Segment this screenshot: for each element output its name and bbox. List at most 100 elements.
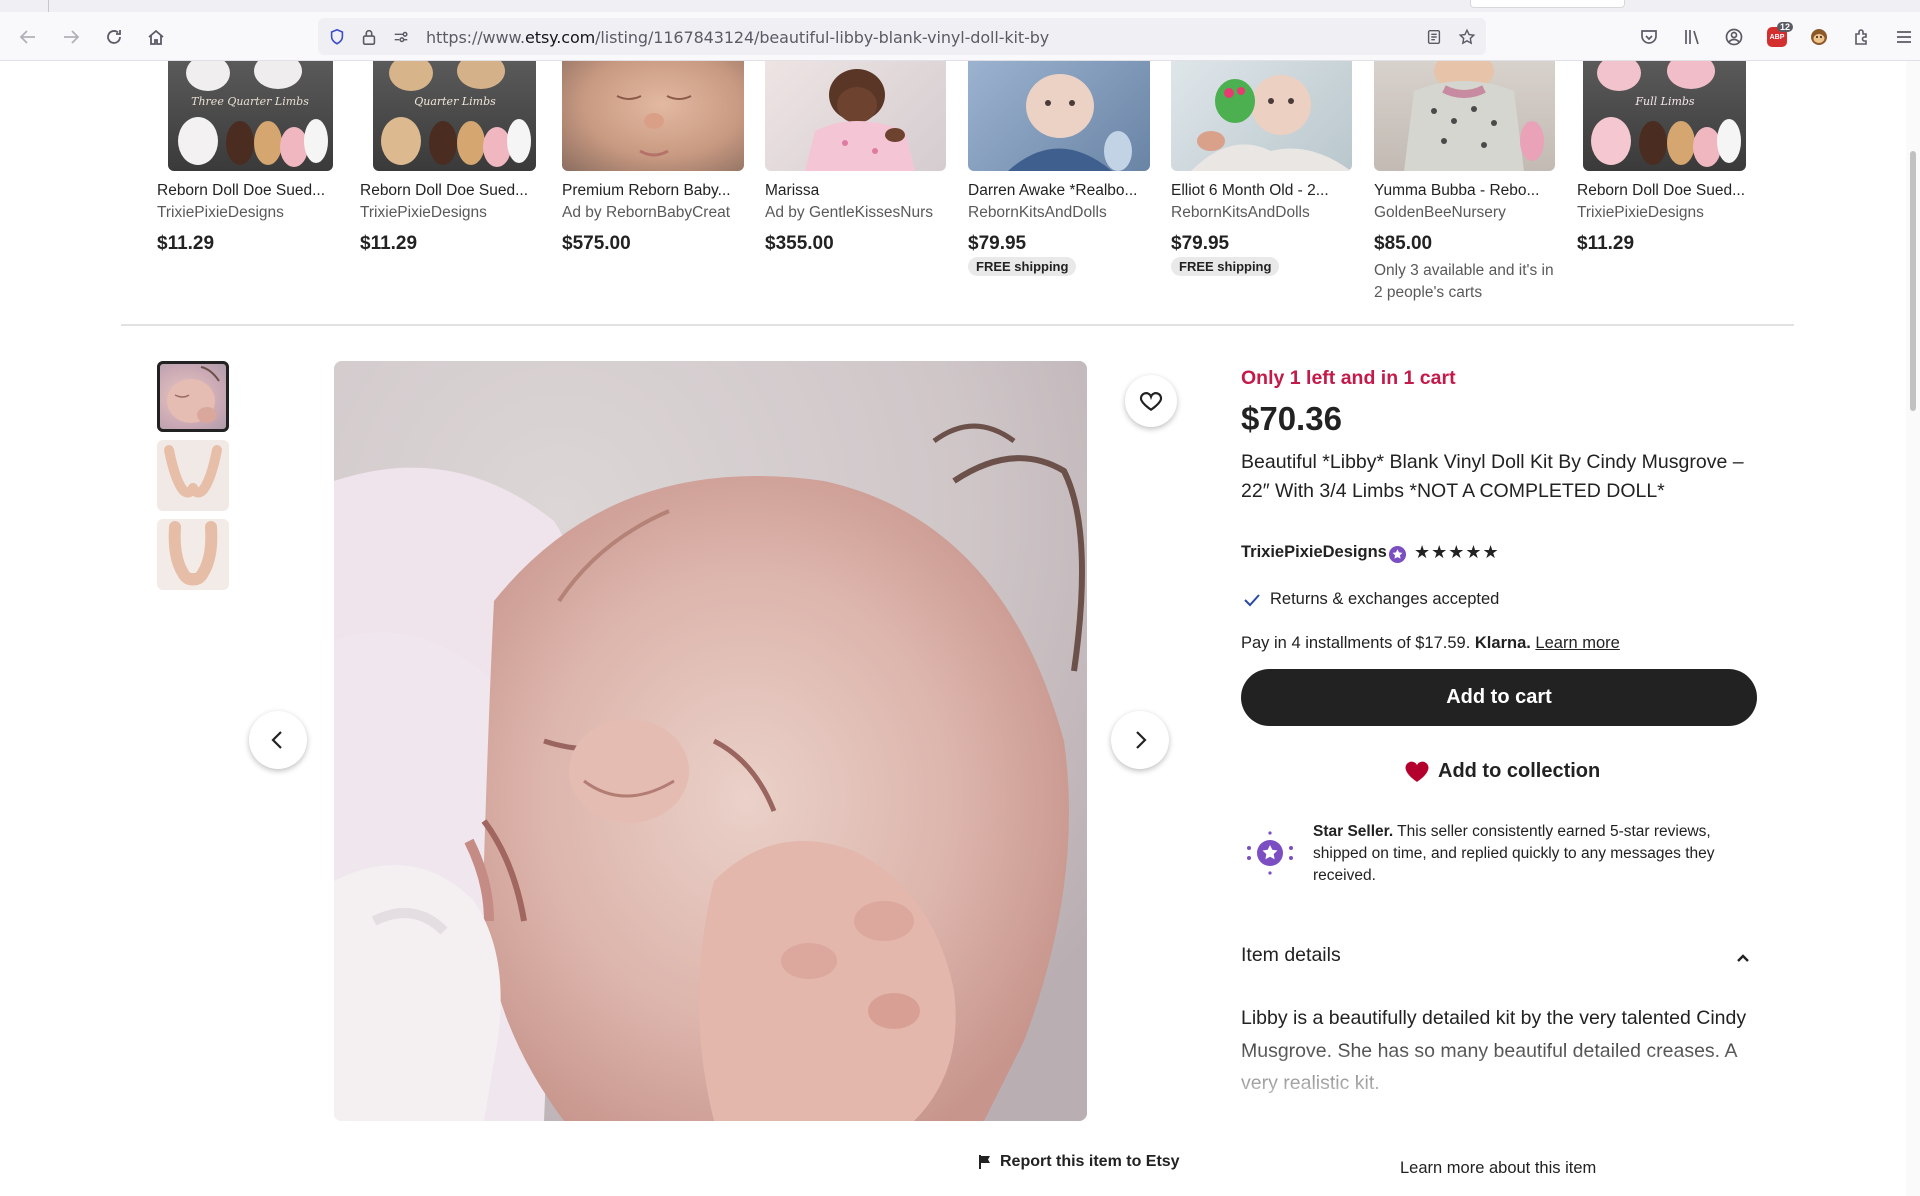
adblock-plus-icon[interactable]: ABP 12 bbox=[1764, 22, 1793, 50]
add-to-collection-label: Add to collection bbox=[1438, 759, 1601, 782]
listing-price: $85.00 bbox=[1374, 233, 1433, 254]
site-permissions-icon[interactable] bbox=[390, 26, 412, 48]
star-seller-description: Star Seller. This seller consistently ea… bbox=[1313, 821, 1763, 887]
add-to-cart-button[interactable]: Add to cart bbox=[1241, 669, 1757, 726]
thumbnail-caption: Quarter Limbs bbox=[414, 95, 496, 108]
listing-shop: GoldenBeeNursery bbox=[1374, 204, 1506, 221]
listing-thumbnail[interactable] bbox=[1171, 61, 1352, 171]
monkey-extension-icon[interactable] bbox=[1806, 24, 1832, 50]
returns-policy: Returns & exchanges accepted bbox=[1270, 590, 1500, 608]
listing-title[interactable]: Reborn Doll Doe Sued... bbox=[360, 182, 550, 200]
listing-title[interactable]: Yumma Bubba - Rebo... bbox=[1374, 182, 1564, 200]
tab-strip bbox=[0, 0, 1920, 12]
listing-thumbnail[interactable] bbox=[968, 61, 1150, 171]
listing-title[interactable]: Marissa bbox=[765, 182, 955, 200]
seller-name-link[interactable]: TrixiePixieDesigns bbox=[1241, 543, 1387, 562]
rating-stars[interactable]: ★★★★★ bbox=[1414, 542, 1500, 563]
adblock-label: ABP bbox=[1769, 33, 1785, 41]
thumbnail-caption: Full Limbs bbox=[1634, 95, 1695, 108]
related-listings-row: Three Quarter Limbs Reborn Doll Doe Sued… bbox=[0, 61, 1900, 323]
section-divider bbox=[121, 324, 1794, 326]
listing-price: $79.95 bbox=[1171, 233, 1230, 254]
flag-icon bbox=[979, 1155, 990, 1169]
listing-thumbnail[interactable] bbox=[765, 61, 946, 171]
forward-icon[interactable] bbox=[58, 24, 84, 50]
account-icon[interactable] bbox=[1721, 24, 1747, 50]
listing-title[interactable]: Elliot 6 Month Old - 2... bbox=[1171, 182, 1361, 200]
listing-shop: Ad by GentleKissesNurs bbox=[765, 204, 933, 221]
item-details-toggle[interactable]: Item details bbox=[1241, 944, 1761, 974]
listing-price: $11.29 bbox=[1577, 233, 1635, 254]
page-scrollbar[interactable] bbox=[1906, 61, 1920, 1196]
add-to-collection-button[interactable]: Add to collection bbox=[1404, 756, 1600, 786]
listing-shop: TrixiePixieDesigns bbox=[360, 204, 487, 221]
scrollbar-thumb[interactable] bbox=[1910, 151, 1916, 411]
stock-notice: Only 1 left and in 1 cart bbox=[1241, 367, 1456, 389]
item-details-heading: Item details bbox=[1241, 944, 1341, 966]
library-icon[interactable] bbox=[1679, 24, 1705, 50]
listing-title[interactable]: Premium Reborn Baby... bbox=[562, 182, 752, 200]
reader-view-icon[interactable] bbox=[1423, 26, 1445, 48]
listing-price: $79.95 bbox=[968, 233, 1027, 254]
lock-icon[interactable] bbox=[358, 26, 380, 48]
tracking-protection-shield-icon[interactable] bbox=[326, 26, 348, 48]
extension-badge-count: 12 bbox=[1776, 22, 1793, 32]
thumbnail-caption: Three Quarter Limbs bbox=[191, 95, 309, 108]
listing-thumbnail[interactable]: Quarter Limbs bbox=[373, 61, 536, 171]
listing-shop: Ad by RebornBabyCreat bbox=[562, 204, 731, 221]
gallery-thumbnail-arms[interactable] bbox=[157, 440, 229, 511]
heart-outline-icon bbox=[1139, 392, 1163, 411]
free-shipping-badge: FREE shipping bbox=[968, 257, 1077, 276]
star-seller-icon bbox=[1247, 831, 1293, 875]
availability-note: Only 3 available and it's in 2 people's … bbox=[1374, 262, 1554, 301]
listing-shop: TrixiePixieDesigns bbox=[1577, 204, 1704, 221]
star-seller-label: Star Seller. bbox=[1313, 823, 1394, 840]
gallery-thumbnail-face[interactable] bbox=[157, 361, 229, 432]
learn-more-about-item-link[interactable]: Learn more about this item bbox=[1400, 1159, 1596, 1178]
star-seller-badge-icon bbox=[1388, 545, 1407, 564]
description-fade-overlay bbox=[1230, 1030, 1790, 1170]
klarna-learn-more-link[interactable]: Learn more bbox=[1535, 634, 1619, 652]
listing-price: $11.29 bbox=[360, 233, 418, 254]
listing-price: $575.00 bbox=[562, 233, 631, 254]
back-icon[interactable] bbox=[15, 24, 41, 50]
listing-price-main: $70.36 bbox=[1241, 400, 1342, 437]
reload-icon[interactable] bbox=[101, 24, 127, 50]
chevron-right-icon bbox=[1136, 731, 1147, 749]
listing-title[interactable]: Darren Awake *Realbo... bbox=[968, 182, 1158, 200]
listing-thumbnail[interactable] bbox=[562, 61, 744, 171]
bookmark-star-icon[interactable] bbox=[1456, 26, 1478, 48]
listing-title[interactable]: Reborn Doll Doe Sued... bbox=[1577, 182, 1767, 200]
previous-image-button[interactable] bbox=[249, 711, 307, 769]
favorite-button[interactable] bbox=[1125, 375, 1177, 427]
gallery-thumbnail-legs[interactable] bbox=[157, 519, 229, 590]
pocket-icon[interactable] bbox=[1636, 24, 1662, 50]
listing-thumbnail[interactable] bbox=[1374, 61, 1555, 171]
listing-thumbnail[interactable]: Full Limbs bbox=[1583, 61, 1746, 171]
listing-shop: TrixiePixieDesigns bbox=[157, 204, 284, 221]
listing-thumbnail[interactable]: Three Quarter Limbs bbox=[168, 61, 333, 171]
listing-shop: RebornKitsAndDolls bbox=[1171, 204, 1310, 221]
listing-shop: RebornKitsAndDolls bbox=[968, 204, 1107, 221]
report-item-label: Report this item to Etsy bbox=[1000, 1153, 1180, 1170]
next-image-button[interactable] bbox=[1111, 711, 1169, 769]
tab-active[interactable] bbox=[1470, 0, 1625, 8]
klarna-installments: Pay in 4 installments of $17.59. Klarna.… bbox=[1241, 634, 1620, 653]
installments-text: Pay in 4 installments of $17.59. bbox=[1241, 634, 1475, 652]
menu-hamburger-icon[interactable] bbox=[1891, 24, 1917, 50]
heart-filled-icon bbox=[1405, 761, 1429, 782]
free-shipping-badge: FREE shipping bbox=[1171, 257, 1280, 276]
report-item-link[interactable]: Report this item to Etsy bbox=[978, 1153, 1180, 1171]
address-bar[interactable]: https://www.etsy.com/listing/1167843124/… bbox=[318, 18, 1486, 55]
url-text[interactable]: https://www.etsy.com/listing/1167843124/… bbox=[426, 28, 1049, 47]
chevron-up-icon[interactable] bbox=[1733, 948, 1753, 968]
extensions-puzzle-icon[interactable] bbox=[1849, 24, 1875, 50]
listing-title-main: Beautiful *Libby* Blank Vinyl Doll Kit B… bbox=[1241, 451, 1744, 502]
home-icon[interactable] bbox=[143, 24, 169, 50]
checkmark-icon bbox=[1244, 594, 1260, 607]
listing-price: $11.29 bbox=[157, 233, 215, 254]
main-listing-image[interactable] bbox=[334, 361, 1087, 1121]
listing-title[interactable]: Reborn Doll Doe Sued... bbox=[157, 182, 347, 200]
browser-toolbar: https://www.etsy.com/listing/1167843124/… bbox=[0, 12, 1920, 61]
tab-separator bbox=[48, 0, 49, 12]
